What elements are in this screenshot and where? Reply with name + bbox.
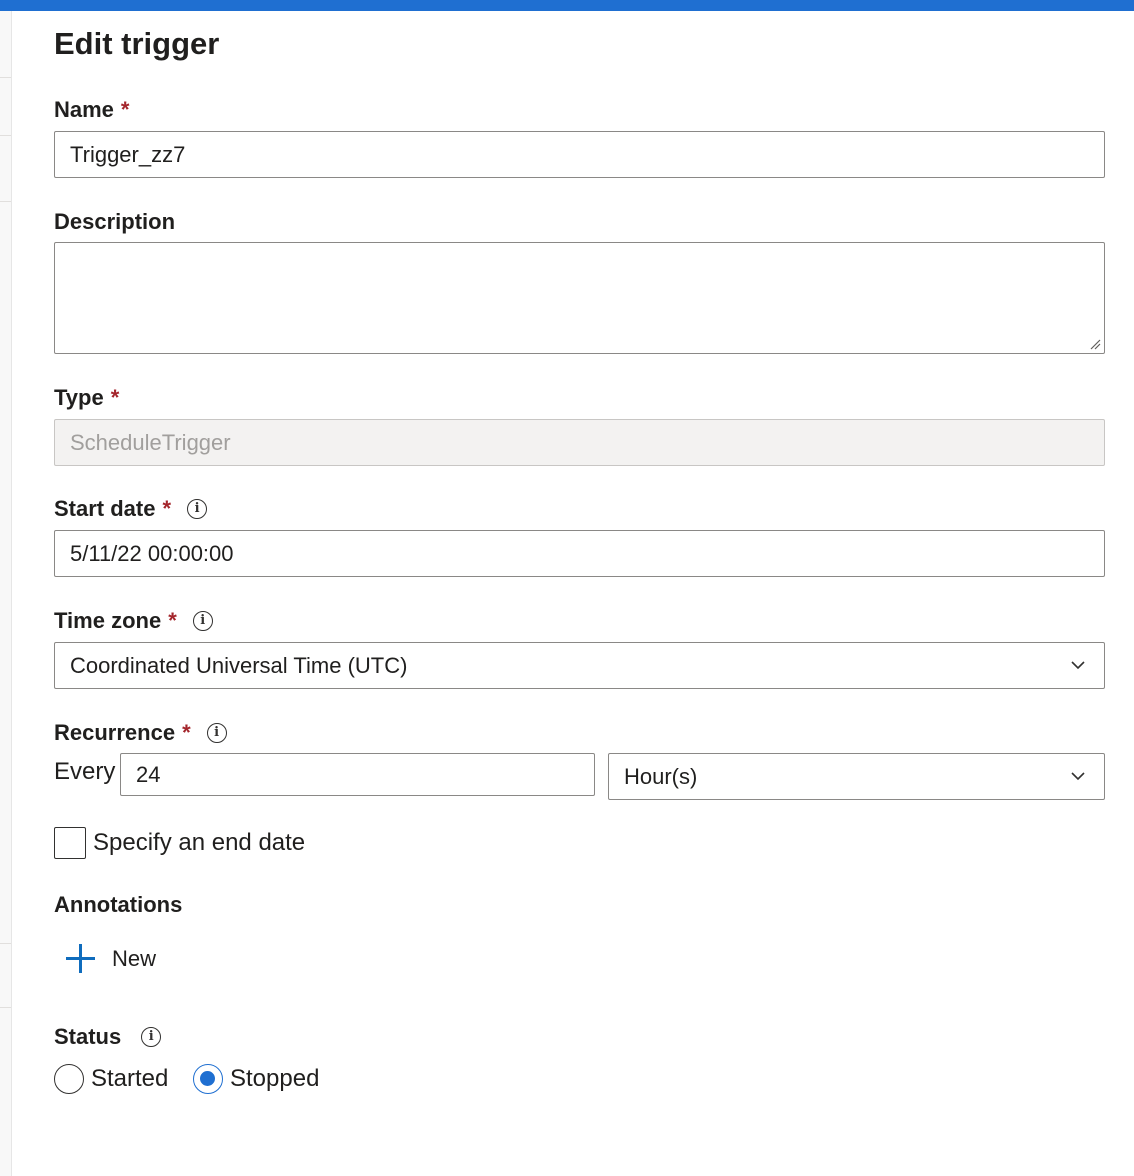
time-zone-dropdown[interactable]: Coordinated Universal Time (UTC)	[54, 642, 1105, 689]
time-zone-value: Coordinated Universal Time (UTC)	[70, 653, 408, 678]
info-icon[interactable]: i	[187, 499, 208, 519]
every-label: Every	[54, 758, 116, 785]
status-label: Status i	[54, 1023, 162, 1051]
plus-icon	[66, 944, 95, 973]
recurrence-label-text: Recurrence	[54, 720, 176, 745]
chevron-down-icon	[1071, 661, 1085, 670]
nav-divider	[0, 201, 11, 202]
recurrence-unit-value: Hour(s)	[624, 764, 698, 789]
required-marker: *	[120, 97, 130, 122]
status-option-stopped[interactable]: Stopped	[193, 1064, 319, 1094]
annotations-label-text: Annotations	[54, 892, 183, 917]
new-annotation-label: New	[112, 945, 157, 971]
start-date-label-text: Start date	[54, 496, 156, 521]
start-date-input[interactable]: 5/11/22 00:00:00	[54, 530, 1105, 577]
top-accent-bar	[0, 0, 1134, 11]
nav-divider	[0, 77, 11, 78]
new-annotation-button[interactable]: New	[66, 944, 156, 973]
info-icon[interactable]: i	[141, 1027, 162, 1047]
description-label-text: Description	[54, 209, 176, 234]
status-option-started[interactable]: Started	[54, 1064, 168, 1094]
info-icon[interactable]: i	[192, 611, 213, 631]
recurrence-unit-dropdown[interactable]: Hour(s)	[608, 753, 1105, 800]
nav-divider	[0, 943, 11, 944]
end-date-checkbox[interactable]	[54, 827, 86, 859]
end-date-checkbox-row[interactable]: Specify an end date	[54, 827, 305, 859]
info-icon[interactable]: i	[206, 723, 227, 743]
radio-started-label[interactable]: Started	[91, 1064, 168, 1094]
radio-started[interactable]	[54, 1064, 84, 1094]
name-input[interactable]: Trigger_zz7	[54, 131, 1105, 178]
time-zone-label: Time zone * i	[54, 607, 213, 635]
description-label: Description	[54, 208, 175, 236]
description-textarea[interactable]	[54, 242, 1105, 354]
end-date-checkbox-label[interactable]: Specify an end date	[93, 827, 305, 859]
recurrence-label: Recurrence * i	[54, 719, 227, 747]
required-marker: *	[168, 608, 177, 633]
start-date-label: Start date * i	[54, 495, 208, 523]
required-marker: *	[182, 720, 191, 745]
name-label: Name *	[54, 96, 129, 124]
annotations-label: Annotations	[54, 891, 182, 919]
status-label-text: Status	[54, 1024, 122, 1049]
nav-divider	[0, 1007, 11, 1008]
type-label: Type *	[54, 384, 119, 412]
required-marker: *	[162, 496, 172, 521]
type-input: ScheduleTrigger	[54, 419, 1105, 466]
required-marker: *	[110, 385, 120, 410]
resize-handle-icon[interactable]	[1089, 338, 1101, 350]
radio-stopped-label[interactable]: Stopped	[230, 1064, 319, 1094]
chevron-down-icon	[1071, 772, 1085, 781]
name-label-text: Name	[54, 97, 114, 122]
panel-title: Edit trigger	[54, 26, 220, 61]
radio-stopped[interactable]	[193, 1064, 223, 1094]
recurrence-interval-input[interactable]: 24	[120, 753, 595, 796]
nav-divider	[0, 135, 11, 136]
time-zone-label-text: Time zone	[54, 608, 162, 633]
left-navigation-strip	[0, 11, 12, 1176]
type-label-text: Type	[54, 385, 104, 410]
